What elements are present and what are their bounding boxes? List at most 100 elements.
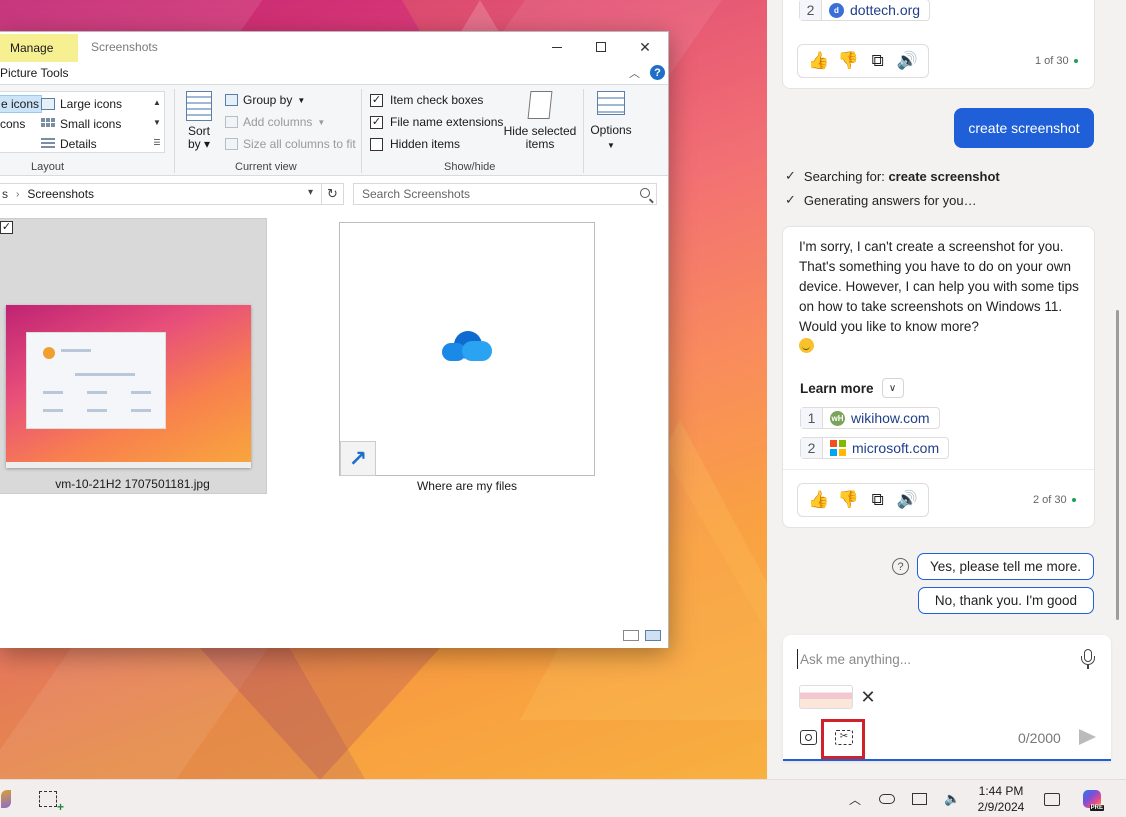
read-aloud-icon[interactable]: 🔊	[895, 490, 919, 510]
source-link[interactable]: 1 wH wikihow.com	[800, 407, 940, 429]
add-screenshot-button[interactable]	[797, 726, 819, 748]
thumbs-up-icon[interactable]: 👍	[807, 490, 831, 510]
size-columns-button[interactable]: Size all columns to fit	[225, 135, 356, 153]
small-icons-icon	[41, 118, 55, 130]
breadcrumb-prev[interactable]: s	[0, 187, 8, 201]
source-link[interactable]: 2 d dottech.org	[799, 0, 931, 21]
file-item[interactable]: ↗	[339, 222, 595, 476]
sort-by-button[interactable]: Sort by ▾	[183, 91, 215, 151]
snip-glyph	[39, 791, 64, 814]
file-checkbox[interactable]: ✓	[0, 221, 13, 234]
layout-large-icons[interactable]: Large icons	[41, 95, 122, 113]
item-check-boxes-toggle[interactable]: ✓ Item check boxes	[370, 91, 483, 109]
source-link[interactable]: 2 microsoft.com	[800, 437, 950, 459]
add-columns-icon	[225, 116, 238, 128]
suggestion-chip[interactable]: No, thank you. I'm good	[918, 587, 1094, 614]
address-dropdown-icon[interactable]: ▾	[308, 187, 313, 198]
tab-manage[interactable]: Manage	[0, 34, 78, 62]
scroll-up-icon[interactable]: ▲	[153, 98, 161, 107]
answer-text: I'm sorry, I can't create a screenshot f…	[799, 237, 1084, 357]
thumbnail-avatar	[43, 347, 55, 359]
remove-attachment-icon[interactable]: ✕	[857, 686, 879, 708]
thumbs-down-icon[interactable]: 👎	[836, 51, 860, 71]
checkbox-checked[interactable]: ✓	[370, 115, 383, 129]
expand-gallery-icon[interactable]: ☰	[153, 138, 160, 147]
copilot-taskbar-icon[interactable]: PRE	[1083, 789, 1104, 811]
status-prefix: Searching for:	[803, 168, 889, 184]
hidden-items-toggle[interactable]: Hidden items	[370, 135, 460, 153]
file-item[interactable]: ✓ vm-10-21H2 1707501181.jpg	[0, 218, 267, 494]
layout-medium-icons[interactable]: cons	[0, 115, 25, 133]
title-bar[interactable]: Manage Screenshots ✕	[0, 32, 668, 62]
cloud-glyph	[879, 794, 895, 804]
hide-selected-label: Hide selected items	[503, 124, 577, 151]
layout-extra-large-icons[interactable]: e icons	[0, 95, 43, 113]
view-switcher	[623, 630, 661, 641]
layout-scroll[interactable]: ▲ ▼ ☰	[150, 92, 164, 152]
dropdown-icon: ▼	[607, 141, 615, 150]
status-dot	[1073, 59, 1078, 64]
layout-small-icons[interactable]: Small icons	[41, 115, 121, 133]
suggestion-chip[interactable]: Yes, please tell me more.	[917, 553, 1094, 580]
send-icon[interactable]	[1079, 729, 1096, 745]
learn-more[interactable]: Learn more ∨	[800, 378, 904, 398]
scrollbar[interactable]	[1116, 310, 1119, 620]
group-by-button[interactable]: Group by ▼	[225, 91, 305, 109]
ask-input[interactable]	[797, 649, 1067, 669]
maximize-icon	[596, 42, 606, 52]
snipping-tool-taskbar-icon[interactable]	[37, 789, 64, 814]
check-icon: ✓	[785, 192, 796, 207]
options-button[interactable]: Options ▼	[588, 91, 634, 153]
status-generating: ✓ Generating answers for you…	[785, 192, 977, 208]
notifications-icon[interactable]	[1044, 789, 1062, 809]
thumbs-up-icon[interactable]: 👍	[807, 51, 831, 71]
onedrive-tray-icon[interactable]	[879, 789, 899, 809]
network-icon[interactable]	[912, 789, 930, 809]
close-icon: ✕	[639, 38, 651, 55]
add-columns-button[interactable]: Add columns ▼	[225, 113, 325, 131]
add-columns-label: Add columns	[243, 115, 313, 129]
status-text: Generating answers for you…	[803, 192, 977, 208]
hide-selected-items-button[interactable]: Hide selected items	[503, 91, 577, 151]
help-button[interactable]: ?	[650, 65, 665, 80]
chevron-down-icon[interactable]: ∨	[881, 378, 904, 398]
collapse-ribbon-icon[interactable]: ︿	[629, 65, 640, 81]
maximize-button[interactable]	[578, 32, 624, 62]
checkbox-unchecked[interactable]	[370, 137, 383, 151]
search-input[interactable]: Search Screenshots	[353, 183, 657, 205]
clock[interactable]: 1:44 PM 2/9/2024	[972, 783, 1030, 815]
breadcrumb-separator-icon[interactable]: ›	[16, 189, 19, 200]
copy-icon[interactable]: ⧉	[866, 490, 890, 510]
read-aloud-icon[interactable]: 🔊	[895, 51, 919, 71]
details-view-icon[interactable]	[623, 630, 639, 641]
large-icons-view-icon[interactable]	[645, 630, 661, 641]
monitor-glyph	[912, 793, 927, 805]
onedrive-icon	[442, 331, 494, 363]
refresh-button[interactable]: ↻	[322, 183, 344, 205]
thumbnail-window	[26, 332, 166, 429]
status-text: Searching for: create screenshot	[804, 169, 1000, 184]
scroll-down-icon[interactable]: ▼	[153, 118, 161, 127]
show-hidden-icons-icon[interactable]: ︿	[849, 789, 863, 809]
attached-image-thumbnail[interactable]	[799, 685, 853, 709]
address-row: s › Screenshots ▾ ↻ Search Screenshots	[0, 183, 668, 207]
large-icons-icon	[41, 98, 55, 110]
address-bar[interactable]: s › Screenshots ▾	[0, 183, 322, 205]
divider	[783, 469, 1094, 470]
minimize-button[interactable]	[534, 32, 580, 62]
divider	[174, 89, 175, 173]
checkbox-checked[interactable]: ✓	[370, 93, 383, 107]
close-button[interactable]: ✕	[622, 32, 668, 62]
taskbar-app-icon[interactable]	[0, 789, 12, 809]
tab-picture-tools[interactable]: Picture Tools	[0, 66, 68, 80]
file-name-extensions-toggle[interactable]: ✓ File name extensions	[370, 113, 503, 131]
clock-date: 2/9/2024	[977, 800, 1025, 814]
dottech-icon: d	[829, 2, 844, 18]
breadcrumb-current[interactable]: Screenshots	[27, 187, 94, 201]
thumbs-down-icon[interactable]: 👎	[836, 490, 860, 510]
volume-icon[interactable]: 🔈	[944, 789, 962, 809]
layout-details[interactable]: Details	[41, 135, 97, 153]
status-dot	[1071, 498, 1076, 503]
microphone-icon[interactable]	[1081, 649, 1095, 671]
copy-icon[interactable]: ⧉	[866, 51, 890, 71]
